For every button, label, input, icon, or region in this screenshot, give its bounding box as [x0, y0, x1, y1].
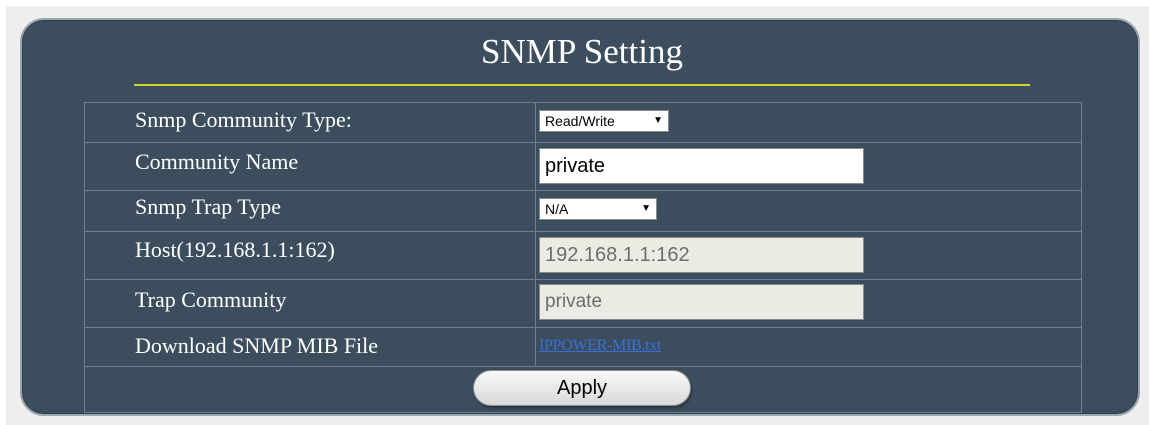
row-apply: Apply: [85, 366, 1081, 412]
mib-download-label: Download SNMP MIB File: [85, 328, 536, 366]
row-community-name: Community Name private: [85, 142, 1081, 190]
community-type-select[interactable]: Read/Write ▼: [539, 110, 669, 132]
community-name-label: Community Name: [85, 143, 536, 190]
trap-community-label: Trap Community: [85, 280, 536, 327]
trap-community-input[interactable]: private: [539, 284, 864, 320]
row-trap-community: Trap Community private: [85, 279, 1081, 327]
host-label: Host(192.168.1.1:162): [85, 232, 536, 279]
trap-type-label: Snmp Trap Type: [85, 191, 536, 231]
dropdown-arrow-icon: ▼: [653, 115, 663, 126]
trap-type-selected: N/A: [545, 201, 569, 217]
row-trap-type: Snmp Trap Type N/A ▼: [85, 190, 1081, 231]
row-community-type: Snmp Community Type: Read/Write ▼: [85, 103, 1081, 142]
snmp-settings-table: Snmp Community Type: Read/Write ▼ Commun…: [84, 102, 1082, 413]
community-name-input[interactable]: private: [539, 148, 864, 184]
snmp-settings-panel: SNMP Setting Snmp Community Type: Read/W…: [20, 18, 1140, 416]
trap-type-select[interactable]: N/A ▼: [539, 198, 657, 220]
row-host: Host(192.168.1.1:162) 192.168.1.1:162: [85, 231, 1081, 279]
community-type-selected: Read/Write: [545, 113, 615, 129]
page-title: SNMP Setting: [481, 32, 683, 71]
dropdown-arrow-icon: ▼: [641, 203, 651, 214]
community-type-label: Snmp Community Type:: [85, 103, 536, 142]
title-divider: [134, 84, 1030, 86]
host-input[interactable]: 192.168.1.1:162: [539, 237, 864, 273]
mib-download-link[interactable]: IPPOWER-MIB.txt: [539, 337, 661, 355]
row-mib-download: Download SNMP MIB File IPPOWER-MIB.txt: [85, 327, 1081, 366]
apply-button[interactable]: Apply: [473, 370, 691, 406]
